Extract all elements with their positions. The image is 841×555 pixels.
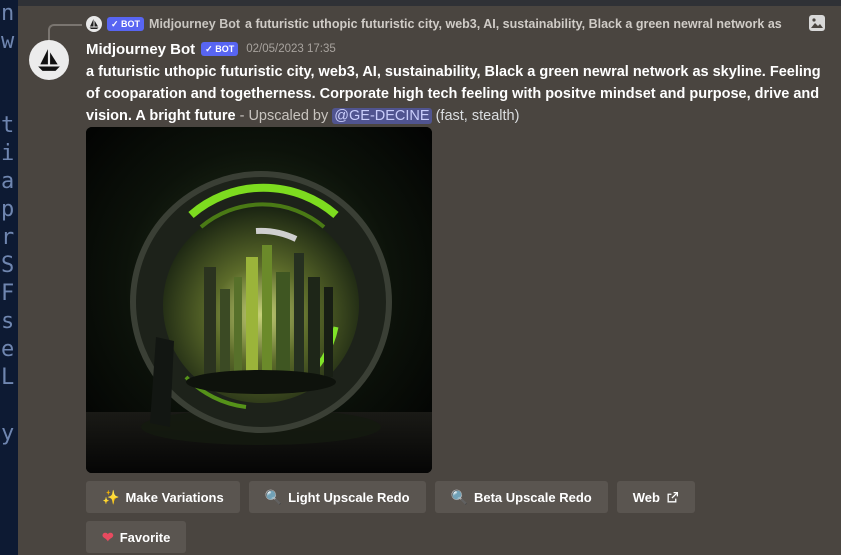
code-glyph: t [1,113,15,138]
code-glyph: w [1,29,15,54]
make-variations-label: Make Variations [125,489,224,505]
sailboat-icon [89,19,99,29]
favorite-row: ❤ Favorite [86,521,187,553]
bot-tag: ✓ BOT [201,42,239,56]
timestamp: 02/05/2023 17:35 [246,43,336,55]
reply-connector [48,24,82,42]
reply-avatar[interactable] [86,16,102,32]
magnifier-icon: 🔍 [264,489,283,505]
user-mention[interactable]: @GE-DECINE [332,108,432,124]
code-glyph: i [1,141,15,166]
top-divider [18,0,841,6]
image-icon [809,15,825,31]
code-glyph: r [1,225,15,250]
code-glyph: S [1,253,15,278]
web-link-button[interactable]: Web [616,481,695,513]
action-buttons: ✨ Make Variations 🔍 Light Upscale Redo 🔍… [86,481,695,513]
upscaled-by-text: - Upscaled by [235,108,333,124]
generated-image[interactable] [86,127,432,473]
author-name[interactable]: Midjourney Bot [86,41,195,58]
avatar[interactable] [29,40,69,80]
code-glyph: n [1,1,15,26]
light-upscale-redo-button[interactable]: 🔍 Light Upscale Redo [248,481,426,513]
job-mode-text: (fast, stealth) [431,108,520,124]
heart-icon: ❤ [102,529,114,545]
code-glyph: e [1,337,15,362]
external-link-icon [667,491,678,502]
reply-preview[interactable]: ✓ BOT Midjourney Bot a futuristic uthopi… [86,14,831,34]
reply-author[interactable]: Midjourney Bot [149,17,240,31]
beta-upscale-redo-button[interactable]: 🔍 Beta Upscale Redo [434,481,608,513]
code-glyph [0,56,18,84]
message-header: Midjourney Bot ✓ BOT 02/05/2023 17:35 [86,39,336,59]
background-code-strip: n w t i a p r S F s e L y [0,0,18,555]
code-glyph: L [1,365,15,390]
favorite-label: Favorite [119,529,171,545]
code-glyph: F [1,281,15,306]
light-upscale-redo-label: Light Upscale Redo [288,489,410,505]
sailboat-icon [38,49,60,71]
reply-snippet[interactable]: a futuristic uthopic futuristic city, we… [245,17,782,31]
code-glyph: y [1,421,15,446]
web-label: Web [632,489,660,505]
make-variations-button[interactable]: ✨ Make Variations [86,481,240,513]
reply-bot-tag: ✓ BOT [107,17,145,31]
sparkles-icon: ✨ [102,489,120,505]
magnifier-icon: 🔍 [450,489,468,505]
beta-upscale-redo-label: Beta Upscale Redo [473,489,592,505]
code-glyph: p [1,197,15,222]
message-content: a futuristic uthopic futuristic city, we… [86,61,821,127]
code-glyph: a [1,169,15,194]
code-glyph: s [1,309,15,334]
code-glyph [0,84,18,112]
favorite-button[interactable]: ❤ Favorite [86,521,187,553]
code-glyph [0,392,18,420]
